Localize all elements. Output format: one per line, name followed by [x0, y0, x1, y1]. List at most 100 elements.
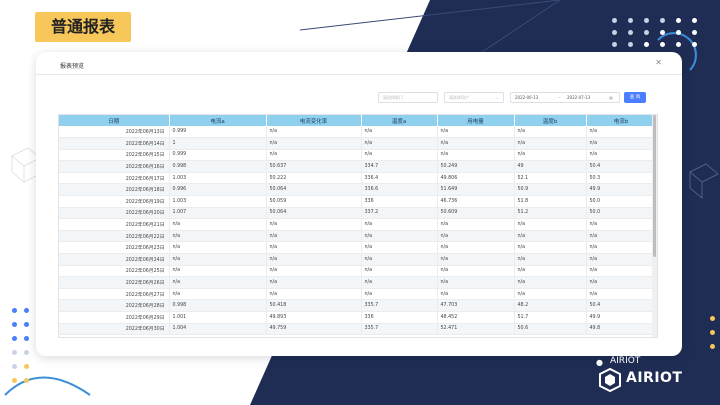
column-header: 电流变化率 [266, 115, 362, 126]
table-cell: n/a [586, 288, 657, 301]
table-cell: 49.806 [437, 172, 515, 185]
table-cell: n/a [514, 230, 587, 243]
table-row: 2022年06月21日 n/a n/a n/a n/a n/a n/a [59, 218, 657, 231]
wechat-label: AIRIOT [610, 356, 641, 366]
close-icon[interactable]: ✕ [655, 58, 662, 67]
table-cell: n/a [586, 218, 657, 231]
table-cell: 337.2 [361, 207, 438, 220]
table-cell: 50.637 [266, 160, 362, 173]
table-cell: n/a [361, 218, 438, 231]
table-cell: n/a [437, 137, 515, 150]
table-cell: n/a [586, 265, 657, 278]
column-header: 温度a [361, 115, 438, 126]
report-preview-modal: 报表预览 ✕ 请选择部门 请选择用户 ⌄ 2022-06-13 - 2022-0… [36, 52, 682, 356]
table-cell: n/a [514, 276, 587, 289]
table-cell: 336 [361, 311, 438, 324]
table-cell: n/a [361, 276, 438, 289]
table-cell: 50.249 [437, 160, 515, 173]
table-row: 2022年06月23日 n/a n/a n/a n/a n/a n/a [59, 241, 657, 255]
table-cell: 49.9 [586, 311, 657, 324]
user-placeholder: 请选择用户 [449, 95, 469, 100]
table-cell: 1.004 [169, 323, 267, 336]
table-cell: n/a [361, 288, 438, 301]
table-cell: n/a [266, 126, 362, 139]
table-cell: n/a [169, 265, 267, 278]
table-cell: n/a [266, 276, 362, 289]
table-cell: n/a [266, 137, 362, 150]
column-header: 用电量 [437, 115, 515, 126]
report-table-container[interactable]: 日期 电流a 电流变化率 温度a 用电量 温度b 电流b 2022年06月13日 0.999 n… [58, 114, 658, 338]
table-cell: n/a [169, 218, 267, 231]
table-cell: 48.2 [514, 299, 587, 312]
scrollbar-thumb[interactable] [653, 115, 656, 257]
table-cell: 334.7 [361, 160, 438, 173]
table-cell: 2022年06月29日 [59, 311, 170, 324]
table-cell: 2022年06月28日 [59, 299, 170, 312]
table-cell: 2022年06月24日 [59, 253, 170, 266]
table-row: 2022年06月18日 0.996 50.064 336.6 51.649 50.9 49.… [59, 183, 657, 197]
table-cell: 49.8 [586, 323, 657, 336]
logo-text: AIRIOT [626, 370, 683, 386]
date-range-picker[interactable]: 2022-06-13 - 2022-07-13 ▦ [510, 92, 620, 103]
slide-title: 普通报表 [35, 12, 131, 42]
table-cell: n/a [586, 230, 657, 243]
table-row: 2022年06月17日 1.003 50.222 336.4 49.806 52.1 50.… [59, 172, 657, 185]
table-cell: 1.001 [169, 311, 267, 324]
table-cell: n/a [361, 137, 438, 150]
table-cell: n/a [169, 253, 267, 266]
table-cell: n/a [437, 218, 515, 231]
table-cell: n/a [266, 149, 362, 162]
table-cell: n/a [437, 241, 515, 255]
department-select[interactable]: 请选择部门 [378, 92, 438, 103]
column-header: 电流b [586, 115, 657, 126]
table-cell: 2022年06月15日 [59, 149, 170, 162]
table-cell: 2022年06月17日 [59, 172, 170, 185]
table-cell: n/a [361, 265, 438, 278]
table-cell: n/a [514, 137, 587, 150]
table-cell: 1.003 [169, 172, 267, 185]
table-cell: n/a [514, 288, 587, 301]
table-cell: n/a [266, 241, 362, 255]
table-cell: n/a [437, 288, 515, 301]
table-cell: n/a [586, 126, 657, 139]
table-cell: 51.7 [514, 311, 587, 324]
table-cell: 49.759 [266, 323, 362, 336]
table-row: 2022年06月30日 1.004 49.759 335.7 52.471 50.6 49.… [59, 323, 657, 336]
table-cell: 336.4 [361, 172, 438, 185]
table-cell: 2022年06月23日 [59, 241, 170, 255]
table-cell: n/a [586, 149, 657, 162]
table-cell: 51.649 [437, 183, 515, 197]
table-cell: n/a [266, 218, 362, 231]
report-table: 日期 电流a 电流变化率 温度a 用电量 温度b 电流b 2022年06月13日 0.999 n… [59, 115, 657, 336]
table-cell: n/a [514, 149, 587, 162]
table-cell: 2022年06月14日 [59, 137, 170, 150]
table-cell: 48.452 [437, 311, 515, 324]
table-cell: 50.9 [514, 183, 587, 197]
table-cell: 52.471 [437, 323, 515, 336]
column-header: 温度b [514, 115, 587, 126]
table-cell: 50.222 [266, 172, 362, 185]
modal-divider [36, 74, 682, 75]
table-cell: n/a [437, 149, 515, 162]
table-row: 2022年06月29日 1.001 49.893 336 48.452 51.7 49.9 [59, 311, 657, 324]
table-row: 2022年06月20日 1.007 50.064 337.2 50.609 51.2 50.… [59, 207, 657, 220]
table-cell: n/a [437, 276, 515, 289]
table-cell: 52.1 [514, 172, 587, 185]
column-header: 日期 [59, 115, 170, 126]
table-cell: n/a [514, 253, 587, 266]
user-select[interactable]: 请选择用户 ⌄ [444, 92, 504, 103]
table-cell: 1.003 [169, 195, 267, 208]
table-row: 2022年06月24日 n/a n/a n/a n/a n/a n/a [59, 253, 657, 266]
column-header: 电流a [169, 115, 267, 126]
table-row: 2022年06月22日 n/a n/a n/a n/a n/a n/a [59, 230, 657, 243]
start-date: 2022-06-13 [515, 95, 539, 100]
table-cell: 50.0 [586, 207, 657, 220]
date-separator: - [559, 95, 561, 100]
table-cell: n/a [361, 253, 438, 266]
table-row: 2022年06月13日 0.999 n/a n/a n/a n/a n/a [59, 126, 657, 139]
wechat-icon: ● [596, 358, 603, 367]
table-cell: n/a [266, 265, 362, 278]
query-button[interactable]: 查 询 [624, 92, 646, 103]
table-cell: 1.007 [169, 207, 267, 220]
table-row: 2022年06月14日 1 n/a n/a n/a n/a n/a [59, 137, 657, 150]
